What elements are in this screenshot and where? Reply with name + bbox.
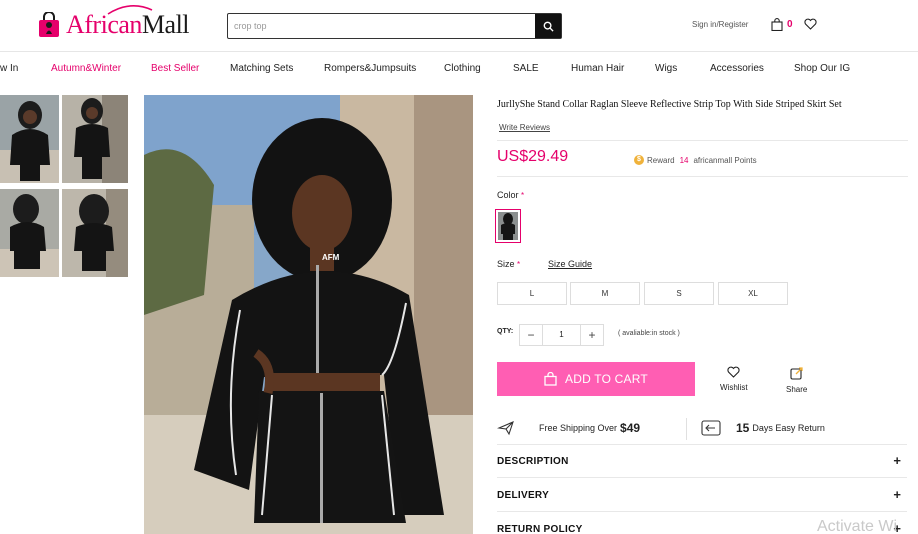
search-input[interactable] [228,14,535,38]
size-guide-link[interactable]: Size Guide [548,259,592,269]
product-thumbnail[interactable] [0,95,59,183]
free-shipping-info: Free Shipping Over $49 [497,414,640,442]
main-product-image[interactable]: AFM [144,95,473,534]
free-shipping-amount: $49 [620,421,641,435]
share-button[interactable]: Share [786,366,807,394]
add-to-cart-label: ADD TO CART [565,372,648,386]
nav-item-accessories[interactable]: Accessories [710,63,764,74]
main-image-illustration: AFM [144,95,473,534]
qty-increase-button[interactable]: + [581,328,603,342]
write-reviews-link[interactable]: Write Reviews [499,123,550,132]
wishlist-button[interactable]: Wishlist [720,366,748,392]
signin-register-link[interactable]: Sign in/Register [692,20,748,29]
site-logo[interactable]: AfricanMall [37,5,190,42]
nav-item-shop-our-ig[interactable]: Shop Our IG [794,63,850,74]
stock-status: ( avaliable:in stock ) [618,330,680,337]
return-text: Days Easy Return [752,423,825,433]
add-to-cart-button[interactable]: ADD TO CART [497,362,695,396]
product-title: JurllyShe Stand Collar Raglan Sleeve Ref… [497,99,842,110]
product-thumbnail[interactable] [0,189,59,277]
accordion-title: DESCRIPTION [497,456,569,467]
svg-text:AFM: AFM [322,253,340,262]
divider [497,140,908,141]
os-activation-watermark: Activate Wi [817,518,898,534]
qty-input[interactable]: 1 [542,325,581,345]
quantity-stepper: − 1 + [519,324,604,346]
free-shipping-text: Free Shipping Over [539,423,618,433]
cart-count-badge: 0 [787,19,793,30]
wishlist-label: Wishlist [720,383,748,392]
nav-item-matching-sets[interactable]: Matching Sets [230,63,293,74]
accordion-title: RETURN POLICY [497,524,583,534]
required-mark: * [517,260,521,269]
easy-return-info: 15 Days Easy Return [701,414,825,442]
color-label-text: Color [497,190,519,200]
color-label: Color * [497,190,524,200]
nav-item-wigs[interactable]: Wigs [655,63,677,74]
accordion-title: DELIVERY [497,490,550,501]
thumbnail-image [0,189,59,277]
divider [686,418,687,440]
divider [497,176,908,177]
search-button[interactable] [535,14,561,38]
size-option-l[interactable]: L [497,282,567,305]
nav-item-autumn-winter[interactable]: Autumn&Winter [51,63,121,74]
reward-points: $ Reward 14 africanmall Points [634,155,757,165]
color-swatch-image [498,212,518,240]
thumbnail-image [0,95,59,183]
heart-icon [727,366,740,378]
size-option-s[interactable]: S [644,282,714,305]
site-header: AfricanMall Sign in/Register 0 [0,0,918,52]
nav-item-new-in[interactable]: w In [0,63,18,74]
qty-label: QTY: [497,328,514,335]
share-icon [790,367,803,380]
thumbnail-image [62,189,128,277]
size-option-xl[interactable]: XL [718,282,788,305]
nav-item-rompers-jumpsuits[interactable]: Rompers&Jumpsuits [324,63,416,74]
nav-item-sale[interactable]: SALE [513,63,539,74]
search-icon [543,21,554,32]
qty-decrease-button[interactable]: − [520,328,542,342]
share-label: Share [786,385,808,394]
return-icon [701,420,721,436]
expand-plus-icon[interactable]: + [893,487,901,502]
reward-points-value: 14 [679,155,689,165]
accordion-delivery[interactable]: DELIVERY + [497,479,907,512]
size-option-m[interactable]: M [570,282,640,305]
product-price: US$29.49 [497,148,569,165]
logo-swoosh-icon [107,5,153,15]
logo-bag-icon [39,12,59,37]
cart-button[interactable]: 0 [771,18,793,31]
wishlist-heart-icon[interactable] [804,18,817,30]
size-label: Size * [497,259,520,269]
cart-bag-icon [771,18,783,31]
nav-item-clothing[interactable]: Clothing [444,63,481,74]
required-mark: * [521,191,525,200]
expand-plus-icon[interactable]: + [893,453,901,468]
accordion-description[interactable]: DESCRIPTION + [497,445,907,478]
cart-bag-icon [544,372,557,386]
logo-text: AfricanMall [66,5,190,42]
main-nav: w In Autumn&Winter Best Seller Matching … [0,52,918,84]
nav-item-best-seller[interactable]: Best Seller [151,63,199,74]
coin-icon: $ [634,155,644,165]
product-thumbnail[interactable] [62,95,128,183]
nav-item-human-hair[interactable]: Human Hair [571,63,624,74]
thumbnail-image [62,95,128,183]
reward-points-suffix: africanmall Points [693,155,757,165]
size-label-text: Size [497,259,515,269]
product-thumbnail[interactable] [62,189,128,277]
return-days: 15 [736,421,750,435]
reward-label: Reward [647,155,675,165]
search-bar [227,13,562,39]
plane-icon [497,421,514,436]
color-swatch-selected[interactable] [495,209,521,243]
